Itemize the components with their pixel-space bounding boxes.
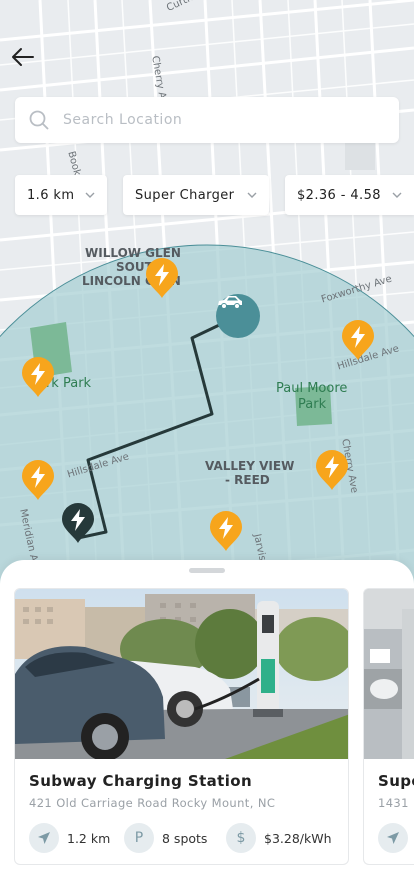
sheet-drag-handle[interactable]	[189, 568, 225, 573]
charger-type-filter-value: Super Charger	[135, 187, 235, 203]
price-range-filter-value: $2.36 - 4.58	[297, 187, 381, 203]
station-address: 1431 N	[378, 796, 414, 810]
bolt-pin-icon	[22, 357, 54, 397]
bolt-pin-selected-icon	[62, 503, 94, 543]
current-location-marker	[216, 294, 260, 338]
station-photo	[15, 589, 348, 759]
arrow-left-icon	[12, 48, 34, 66]
stations-bottom-sheet: Subway Charging Station 421 Old Carriage…	[0, 560, 414, 896]
charger-pin[interactable]	[341, 320, 375, 360]
distance-filter-value: 1.6 km	[27, 187, 75, 203]
station-price: $ $3.28/kWh	[226, 823, 332, 853]
station-address: 421 Old Carriage Road Rocky Mount, NC	[29, 796, 276, 810]
chevron-down-icon	[247, 192, 257, 198]
bolt-pin-icon	[146, 258, 178, 298]
price-value: $3.28/kWh	[264, 830, 332, 846]
park-label-park: Park	[298, 397, 327, 412]
search-input[interactable]	[61, 111, 365, 129]
distance-filter[interactable]: 1.6 km	[15, 175, 107, 215]
station-card[interactable]: Super 1431 N	[363, 588, 414, 865]
dollar-icon: $	[226, 823, 256, 853]
station-name: Subway Charging Station	[29, 772, 253, 790]
charger-pin[interactable]	[21, 460, 55, 500]
charger-pin[interactable]	[315, 450, 349, 490]
search-bar[interactable]	[15, 97, 399, 143]
chevron-down-icon	[85, 192, 95, 198]
area-label-reed: - REED	[225, 473, 270, 487]
charger-pin[interactable]	[209, 511, 243, 551]
map-view[interactable]: Cherry Ave Curtner Bookside Foxworthy Av…	[0, 0, 414, 600]
bolt-pin-icon	[342, 320, 374, 360]
station-spots: P 8 spots	[124, 823, 207, 853]
price-range-filter[interactable]: $2.36 - 4.58	[285, 175, 414, 215]
station-name: Super	[378, 772, 414, 790]
charger-pin[interactable]	[145, 258, 179, 298]
back-button[interactable]	[8, 42, 38, 72]
bolt-pin-icon	[210, 511, 242, 551]
selected-charger-pin[interactable]	[61, 503, 95, 543]
station-distance	[378, 823, 414, 853]
parking-icon: P	[124, 823, 154, 853]
bolt-pin-icon	[316, 450, 348, 490]
charger-type-filter[interactable]: Super Charger	[123, 175, 269, 215]
bolt-pin-icon	[22, 460, 54, 500]
station-card[interactable]: Subway Charging Station 421 Old Carriage…	[14, 588, 349, 865]
car-icon	[218, 296, 242, 309]
area-label-valley-view: VALLEY VIEW	[205, 459, 295, 473]
park-label-paul-moore: Paul Moore	[276, 381, 348, 396]
chevron-down-icon	[392, 192, 402, 198]
distance-value: 1.2 km	[67, 830, 111, 846]
search-icon	[29, 110, 49, 130]
navigation-icon	[378, 823, 408, 853]
station-distance: 1.2 km	[29, 823, 110, 853]
spots-value: 8 spots	[162, 830, 208, 846]
charger-pin[interactable]	[21, 357, 55, 397]
navigation-icon	[29, 823, 59, 853]
station-photo	[364, 589, 414, 759]
